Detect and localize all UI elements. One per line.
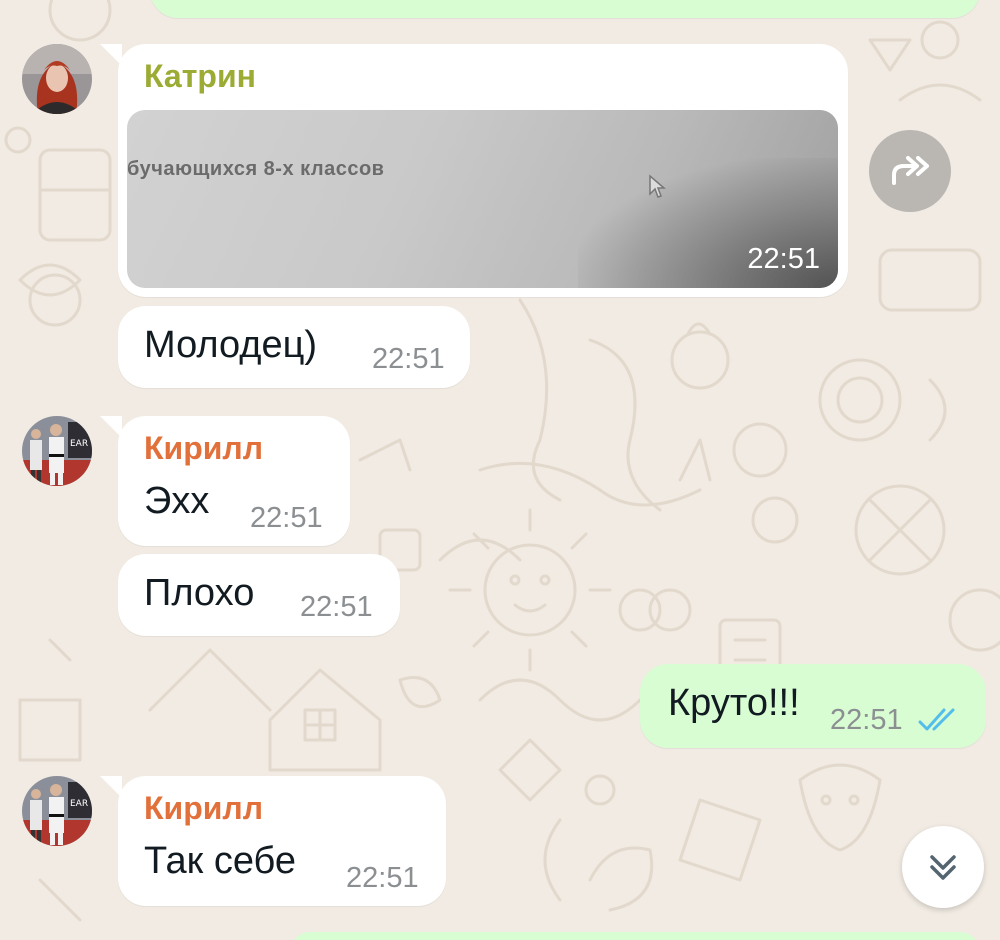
scroll-to-bottom-button[interactable]: [902, 826, 984, 908]
message-time: 22:51: [346, 862, 419, 894]
message-text: Круто!!!: [668, 682, 800, 724]
next-outgoing-bubble[interactable]: [290, 932, 980, 940]
avatar-katrin[interactable]: [22, 44, 92, 114]
message-text: Плохо: [144, 572, 255, 614]
message-text: Эхх: [144, 480, 210, 522]
message-time: 22:51: [747, 243, 820, 275]
mouse-cursor-icon: [649, 174, 667, 198]
avatar-kirill[interactable]: EAR: [22, 776, 92, 846]
message-bubble-kirill[interactable]: Кирилл Эхх 22:51: [118, 416, 350, 546]
avatar-kirill[interactable]: EAR: [22, 416, 92, 486]
image-text: бучающихся 8-х классов: [127, 158, 385, 180]
outgoing-message-bubble[interactable]: Круто!!! 22:51: [640, 664, 986, 748]
double-chevron-down-icon: [930, 855, 956, 880]
svg-text:EAR: EAR: [70, 799, 88, 809]
message-bubble[interactable]: Молодец) 22:51: [118, 306, 470, 388]
message-bubble[interactable]: Плохо 22:51: [118, 554, 400, 636]
message-time: 22:51: [372, 343, 445, 375]
message-time: 22:51: [250, 502, 323, 534]
sender-name[interactable]: Катрин: [144, 58, 256, 95]
message-bubble-katrin-image[interactable]: Катрин бучающихся 8-х классов 22:51: [118, 44, 848, 297]
svg-text:EAR: EAR: [70, 439, 88, 449]
message-text: Так себе: [144, 840, 296, 882]
message-bubble-kirill[interactable]: Кирилл Так себе 22:51: [118, 776, 446, 906]
double-check-icon: [918, 708, 955, 731]
sender-name[interactable]: Кирилл: [144, 790, 263, 827]
avatar-kirill-image: EAR: [22, 416, 92, 486]
image-attachment[interactable]: бучающихся 8-х классов 22:51: [127, 110, 838, 288]
forward-button[interactable]: [869, 130, 951, 212]
avatar-katrin-image: [22, 44, 92, 114]
previous-outgoing-bubble[interactable]: [150, 0, 980, 18]
message-time: 22:51: [300, 591, 373, 623]
avatar-kirill-image: EAR: [22, 776, 92, 846]
forward-icon: [892, 156, 929, 185]
message-time: 22:51: [830, 704, 903, 736]
message-text: Молодец): [144, 324, 318, 366]
sender-name[interactable]: Кирилл: [144, 430, 263, 467]
